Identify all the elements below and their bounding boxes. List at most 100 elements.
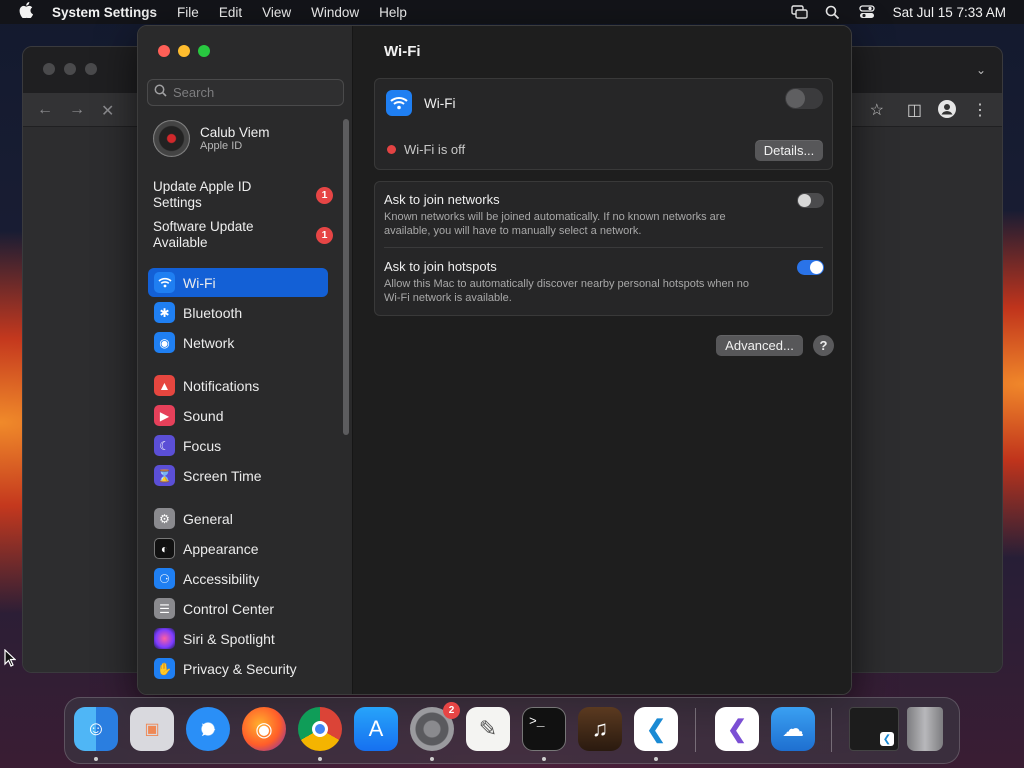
- browser-traffic-lights: [43, 63, 97, 75]
- chrome-icon[interactable]: [298, 707, 342, 751]
- close-window-button[interactable]: [158, 45, 170, 57]
- more-options-icon[interactable]: ⋮: [972, 100, 988, 120]
- menu-bar: System Settings File Edit View Window He…: [0, 0, 1024, 24]
- control-center-icon: ☰: [154, 598, 175, 619]
- wifi-icon: [386, 90, 412, 116]
- trash-icon[interactable]: [907, 707, 943, 751]
- menu-view[interactable]: View: [262, 5, 291, 20]
- apple-menu-icon[interactable]: [0, 1, 52, 23]
- notice-update-apple-id[interactable]: Update Apple ID Settings 1: [153, 179, 333, 211]
- forward-arrow-icon[interactable]: →: [69, 101, 85, 119]
- help-button[interactable]: ?: [813, 335, 834, 356]
- back-arrow-icon[interactable]: ←: [37, 101, 53, 119]
- sidebar-item-bluetooth[interactable]: ✱ Bluetooth: [148, 298, 328, 327]
- sidebar-item-sound[interactable]: ▶ Sound: [148, 401, 328, 430]
- ask-join-hotspots-description: Allow this Mac to automatically discover…: [384, 278, 750, 304]
- sidebar-item-wifi[interactable]: Wi-Fi: [148, 268, 328, 297]
- advanced-button[interactable]: Advanced...: [716, 335, 803, 356]
- screen-mirroring-icon[interactable]: [790, 5, 808, 19]
- sidebar-item-label: Privacy & Security: [183, 660, 297, 677]
- sidebar-item-label: Siri & Spotlight: [183, 630, 275, 647]
- apple-id-account[interactable]: Calub Viem Apple ID: [153, 120, 270, 157]
- sidebar-search[interactable]: [147, 79, 344, 106]
- sidebar-item-accessibility[interactable]: ⚆ Accessibility: [148, 564, 328, 593]
- sidebar-item-siri-spotlight[interactable]: Siri & Spotlight: [148, 624, 328, 653]
- ask-join-networks-description: Known networks will be joined automatica…: [384, 211, 726, 237]
- accessibility-icon: ⚆: [154, 568, 175, 589]
- ask-join-networks-title: Ask to join networks: [384, 192, 500, 207]
- system-settings-window: Calub Viem Apple ID Update Apple ID Sett…: [137, 25, 852, 695]
- sidebar-item-general[interactable]: ⚙ General: [148, 504, 328, 533]
- chevron-down-icon[interactable]: ⌄: [976, 63, 986, 77]
- profile-icon[interactable]: [938, 100, 956, 123]
- settings-sidebar: Calub Viem Apple ID Update Apple ID Sett…: [138, 26, 353, 694]
- side-panel-icon[interactable]: ◫: [907, 100, 922, 120]
- textedit-icon[interactable]: ✎: [466, 707, 510, 751]
- terminal-icon[interactable]: >_: [522, 707, 566, 751]
- account-name: Calub Viem: [200, 125, 270, 140]
- sidebar-item-label: Sound: [183, 407, 224, 424]
- bookmark-star-icon[interactable]: ☆: [870, 100, 884, 120]
- menu-edit[interactable]: Edit: [219, 5, 242, 20]
- sidebar-item-privacy-security[interactable]: ✋ Privacy & Security: [148, 654, 328, 683]
- menu-file[interactable]: File: [177, 5, 199, 20]
- running-indicator: [430, 757, 434, 761]
- notice-label: Software Update Available: [153, 219, 254, 250]
- notice-software-update[interactable]: Software Update Available 1: [153, 219, 333, 251]
- firefox-icon[interactable]: ◉: [242, 707, 286, 751]
- control-center-icon[interactable]: [859, 5, 875, 19]
- menu-bar-clock[interactable]: Sat Jul 15 7:33 AM: [893, 5, 1006, 20]
- stop-icon[interactable]: ✕: [101, 101, 114, 121]
- moon-icon: ☾: [154, 435, 175, 456]
- details-button[interactable]: Details...: [755, 140, 823, 161]
- visual-studio-icon[interactable]: ❮: [715, 707, 759, 751]
- sidebar-item-control-center[interactable]: ☰ Control Center: [148, 594, 328, 623]
- dock-separator: [831, 708, 832, 752]
- weather-icon[interactable]: ☁: [771, 707, 815, 751]
- zoom-window-button[interactable]: [198, 45, 210, 57]
- sidebar-item-label: Accessibility: [183, 570, 260, 587]
- app-store-icon[interactable]: A: [354, 707, 398, 751]
- minimize-window-button[interactable]: [178, 45, 190, 57]
- sidebar-item-network[interactable]: ◉ Network: [148, 328, 328, 357]
- wifi-toggle-label: Wi-Fi: [424, 95, 456, 111]
- wifi-toggle[interactable]: [785, 88, 823, 109]
- bluetooth-icon: ✱: [154, 302, 175, 323]
- sidebar-item-notifications[interactable]: ▲ Notifications: [148, 371, 328, 400]
- gear-icon: ⚙: [154, 508, 175, 529]
- ask-join-hotspots-toggle[interactable]: [797, 260, 824, 275]
- sidebar-item-appearance[interactable]: ◐ Appearance: [148, 534, 328, 563]
- wifi-icon: [154, 272, 175, 293]
- menu-app-name[interactable]: System Settings: [52, 5, 157, 20]
- dock-separator: [695, 708, 696, 752]
- sidebar-scrollbar[interactable]: [343, 119, 349, 435]
- globe-icon: ◉: [154, 332, 175, 353]
- menu-help[interactable]: Help: [379, 5, 407, 20]
- launchpad-icon[interactable]: ▣: [130, 707, 174, 751]
- downloads-stack-icon[interactable]: ❮: [849, 707, 899, 751]
- page-title: Wi-Fi: [384, 43, 421, 60]
- hand-icon: ✋: [154, 658, 175, 679]
- search-input[interactable]: [173, 85, 333, 100]
- ask-join-hotspots-title: Ask to join hotspots: [384, 259, 497, 274]
- garageband-icon[interactable]: ♫: [578, 707, 622, 751]
- account-subtitle: Apple ID: [200, 140, 243, 152]
- wifi-status-card: Wi-Fi Wi-Fi is off Details...: [374, 78, 833, 170]
- system-settings-icon[interactable]: 2: [410, 702, 460, 751]
- vscode-icon[interactable]: ❮: [634, 707, 678, 751]
- safari-icon[interactable]: ➤: [186, 707, 230, 751]
- menu-window[interactable]: Window: [311, 5, 359, 20]
- notice-label: Update Apple ID Settings: [153, 179, 252, 210]
- sidebar-item-screen-time[interactable]: ⌛ Screen Time: [148, 461, 328, 490]
- running-indicator: [542, 757, 546, 761]
- search-icon: [154, 84, 167, 102]
- hourglass-icon: ⌛: [154, 465, 175, 486]
- sidebar-item-label: General: [183, 510, 233, 527]
- finder-icon[interactable]: ☺: [74, 707, 118, 751]
- spotlight-search-icon[interactable]: [825, 5, 841, 20]
- sidebar-item-label: Screen Time: [183, 467, 262, 484]
- sidebar-item-focus[interactable]: ☾ Focus: [148, 431, 328, 460]
- sidebar-item-label: Appearance: [183, 540, 259, 557]
- ask-join-networks-toggle[interactable]: [797, 193, 824, 208]
- wifi-settings-pane: Wi-Fi Wi-Fi Wi-Fi is off Details... Ask …: [354, 26, 851, 694]
